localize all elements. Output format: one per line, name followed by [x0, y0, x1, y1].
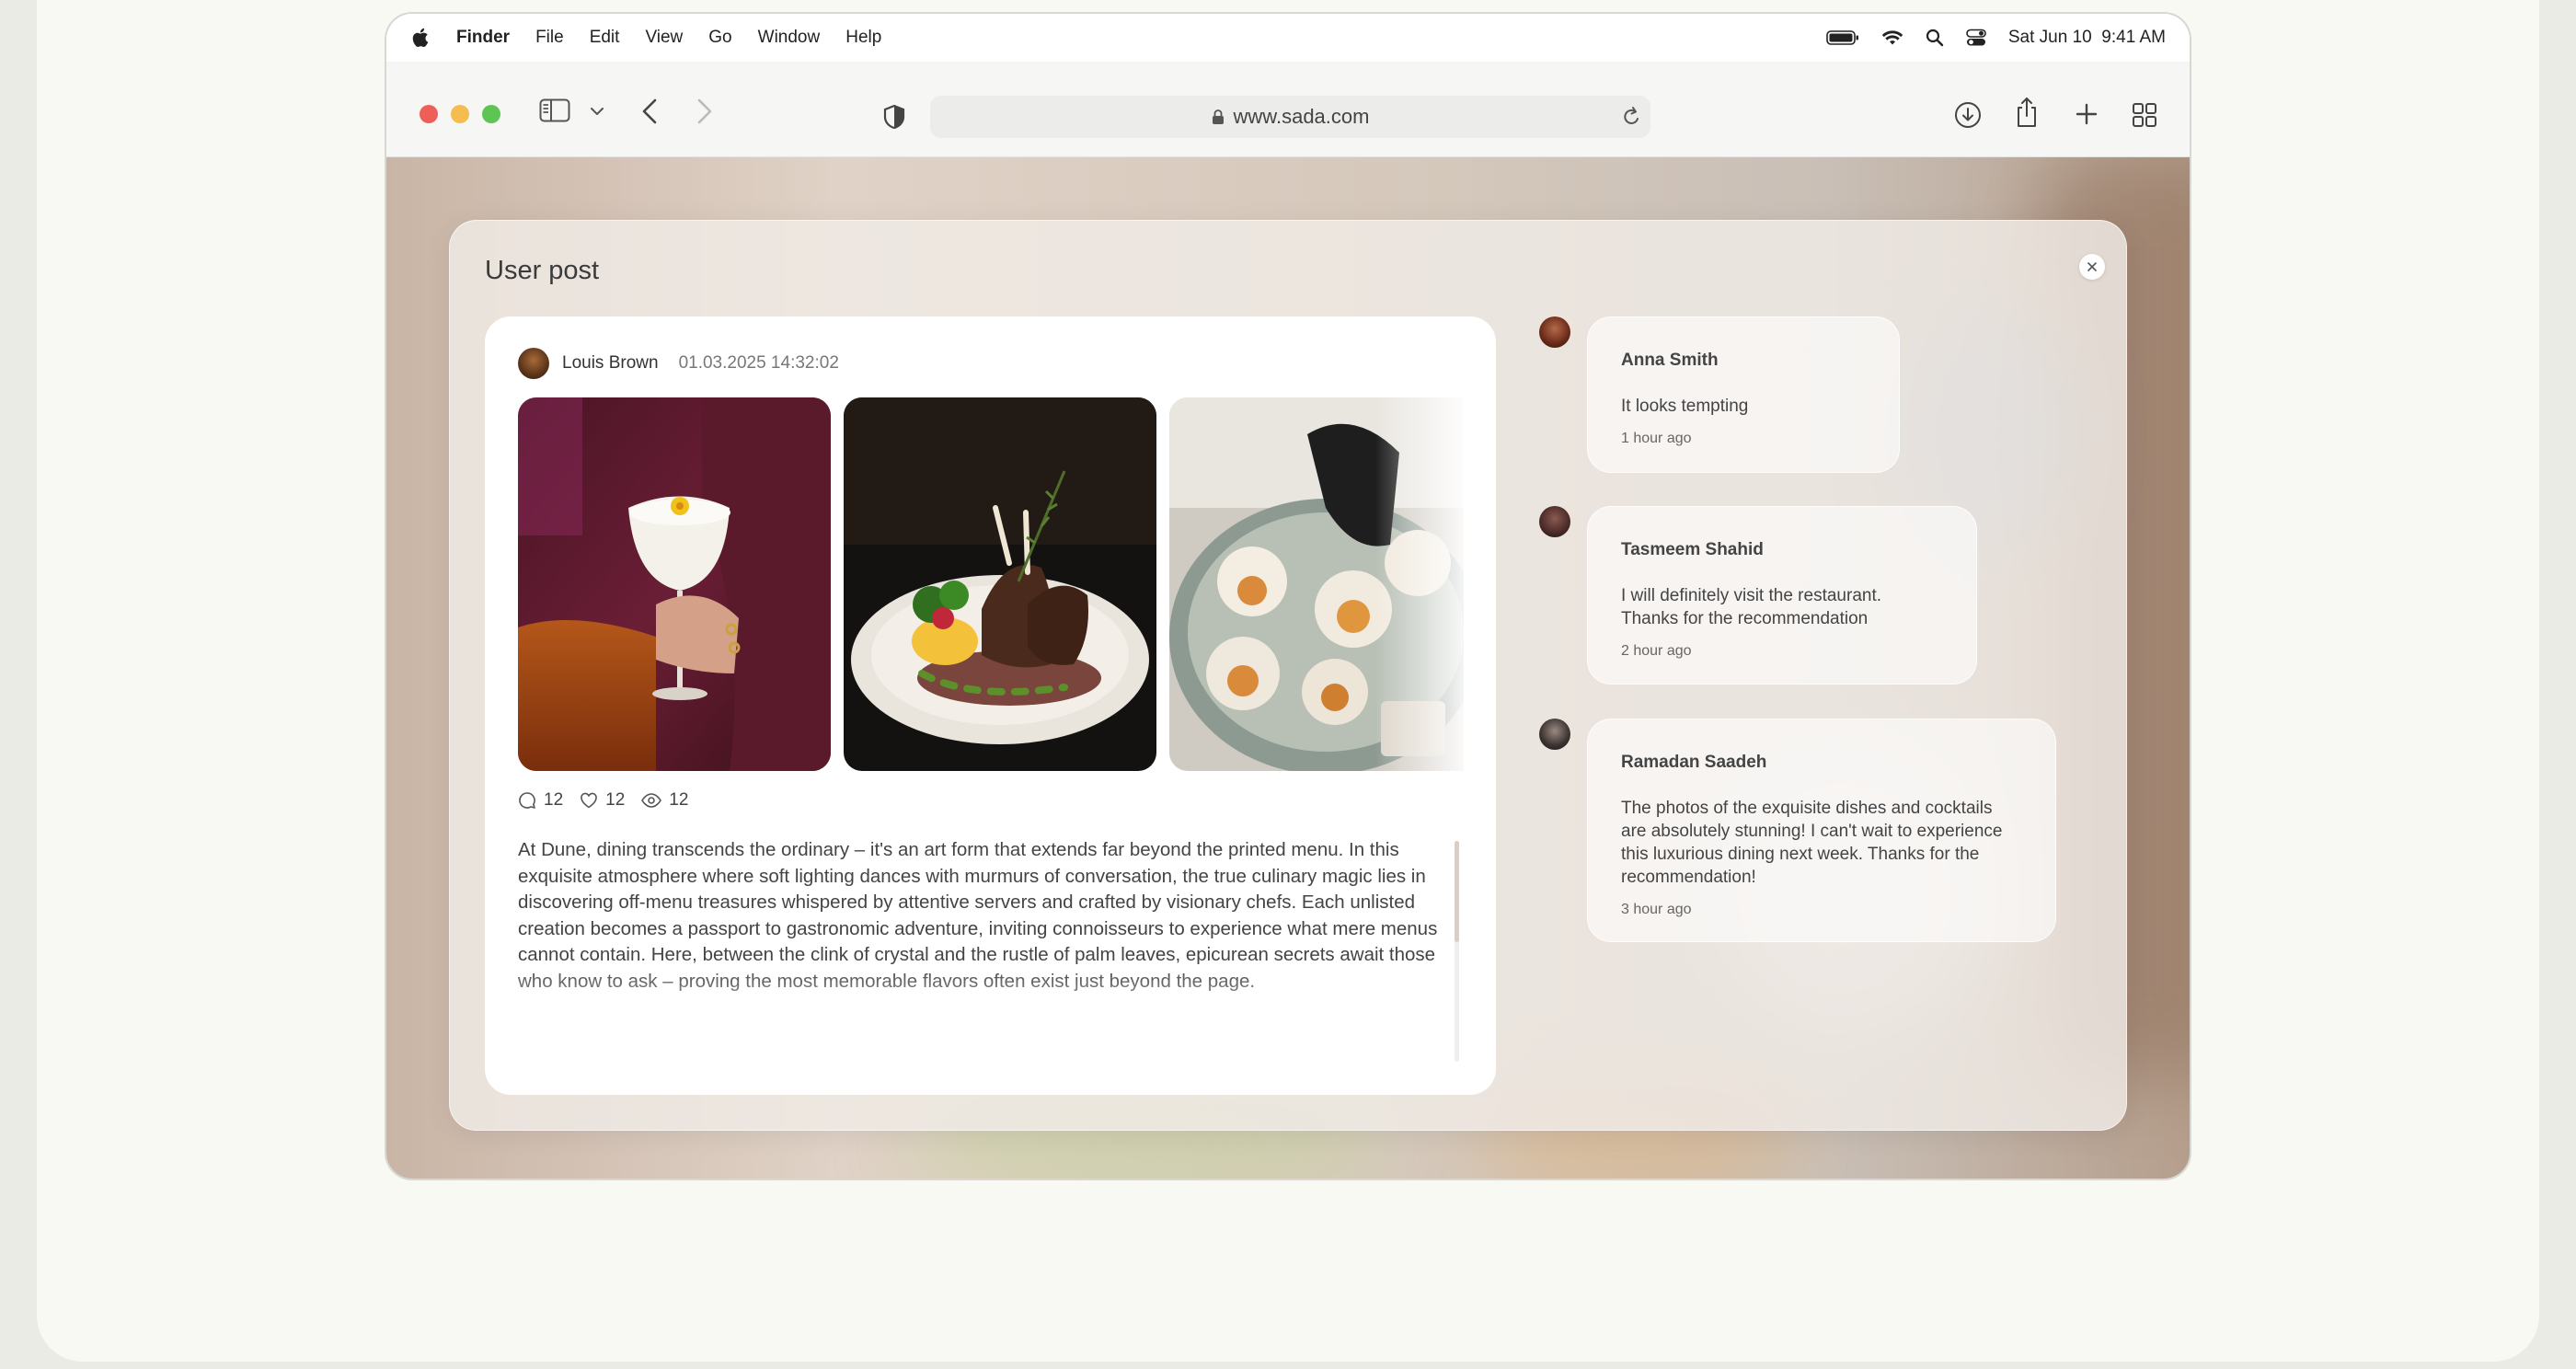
comment-author[interactable]: Anna Smith	[1621, 351, 1866, 371]
comment-time: 1 hour ago	[1621, 431, 1692, 446]
comment-text: The photos of the exquisite dishes and c…	[1621, 799, 2003, 887]
menu-window[interactable]: Window	[758, 28, 821, 48]
post-photo-scallops[interactable]	[1169, 397, 1464, 771]
views-stat: 12	[641, 790, 688, 811]
control-center-icon[interactable]	[1966, 29, 1986, 47]
comment-author[interactable]: Ramadan Saadeh	[1621, 753, 2022, 773]
new-tab-icon[interactable]	[2076, 103, 2098, 125]
views-count: 12	[669, 790, 689, 810]
close-icon	[2087, 262, 2097, 271]
post-body-text: At Dune, dining transcends the ordinary …	[518, 839, 1438, 992]
privacy-shield-icon[interactable]	[883, 104, 905, 130]
post-photo-lamb-dish[interactable]	[844, 397, 1156, 771]
download-icon[interactable]	[1954, 101, 1982, 129]
avatar[interactable]	[1539, 506, 1570, 537]
address-bar[interactable]: www.sada.com	[930, 96, 1650, 138]
apple-icon[interactable]	[412, 27, 431, 49]
menu-bar: Finder File Edit View Go Window Help Sat…	[386, 14, 2190, 62]
browser-window: Finder File Edit View Go Window Help Sat…	[386, 14, 2190, 1179]
comment-icon	[519, 792, 535, 809]
window-controls	[420, 105, 500, 123]
close-modal-button[interactable]	[2079, 254, 2105, 280]
comments-stat[interactable]: 12	[518, 790, 563, 811]
lamb-dish-image	[844, 397, 1156, 771]
zoom-window-button[interactable]	[482, 105, 500, 123]
menu-view[interactable]: View	[645, 28, 683, 48]
post-author: Louis Brown 01.03.2025 14:32:02	[518, 348, 839, 379]
web-content: User post Louis Brown 01.03.2025 14:32:0…	[386, 157, 2190, 1179]
comment-card: Anna Smith It looks tempting 1 hour ago	[1587, 316, 1900, 473]
eye-icon	[641, 793, 662, 808]
tab-overview-icon[interactable]	[2132, 102, 2157, 128]
avatar[interactable]	[518, 348, 549, 379]
post-scrollbar-thumb[interactable]	[1455, 841, 1459, 942]
browser-toolbar: www.sada.com	[386, 62, 2190, 157]
comment-time: 2 hour ago	[1621, 643, 1692, 659]
author-name[interactable]: Louis Brown	[562, 353, 659, 374]
wifi-icon[interactable]	[1881, 29, 1903, 46]
search-icon[interactable]	[1926, 29, 1944, 47]
likes-count: 12	[605, 790, 626, 810]
menu-app-name[interactable]: Finder	[456, 28, 510, 48]
sidebar-icon[interactable]	[539, 98, 570, 122]
post-stats: 12 12 12	[518, 790, 699, 811]
post-date: 01.03.2025 14:32:02	[678, 353, 839, 373]
comment-author[interactable]: Tasmeem Shahid	[1621, 540, 1943, 560]
heart-icon	[581, 792, 597, 809]
avatar[interactable]	[1539, 719, 1570, 750]
comment-card: Tasmeem Shahid I will definitely visit t…	[1587, 506, 1977, 684]
close-window-button[interactable]	[420, 105, 438, 123]
minimize-window-button[interactable]	[451, 105, 469, 123]
menu-help[interactable]: Help	[845, 28, 881, 48]
menu-go[interactable]: Go	[708, 28, 731, 48]
menu-clock[interactable]: Sat Jun 10 9:41 AM	[2008, 28, 2166, 48]
cocktail-image	[518, 397, 831, 771]
avatar[interactable]	[1539, 316, 1570, 348]
forward-arrow-icon[interactable]	[697, 98, 712, 124]
reload-icon[interactable]	[1621, 106, 1641, 128]
comment-text: I will definitely visit the restaurant. …	[1621, 586, 1882, 628]
comments-count: 12	[544, 790, 564, 810]
likes-stat[interactable]: 12	[580, 790, 625, 811]
post-photo-cocktail[interactable]	[518, 397, 831, 771]
battery-icon[interactable]	[1826, 29, 1859, 46]
share-icon[interactable]	[2015, 97, 2039, 128]
menu-edit[interactable]: Edit	[590, 28, 620, 48]
back-arrow-icon[interactable]	[642, 98, 657, 124]
comment-time: 3 hour ago	[1621, 902, 1692, 917]
comment-text: It looks tempting	[1621, 397, 1749, 416]
comment-card: Ramadan Saadeh The photos of the exquisi…	[1587, 719, 2056, 942]
scallops-image	[1169, 397, 1464, 771]
user-post-modal: User post Louis Brown 01.03.2025 14:32:0…	[449, 220, 2127, 1131]
lock-icon	[1212, 109, 1224, 124]
modal-title: User post	[485, 256, 600, 285]
url-text[interactable]: www.sada.com	[1234, 105, 1370, 129]
post-card: Louis Brown 01.03.2025 14:32:02 12 12 12…	[485, 316, 1496, 1095]
chevron-down-icon[interactable]	[591, 108, 604, 115]
menu-file[interactable]: File	[535, 28, 564, 48]
